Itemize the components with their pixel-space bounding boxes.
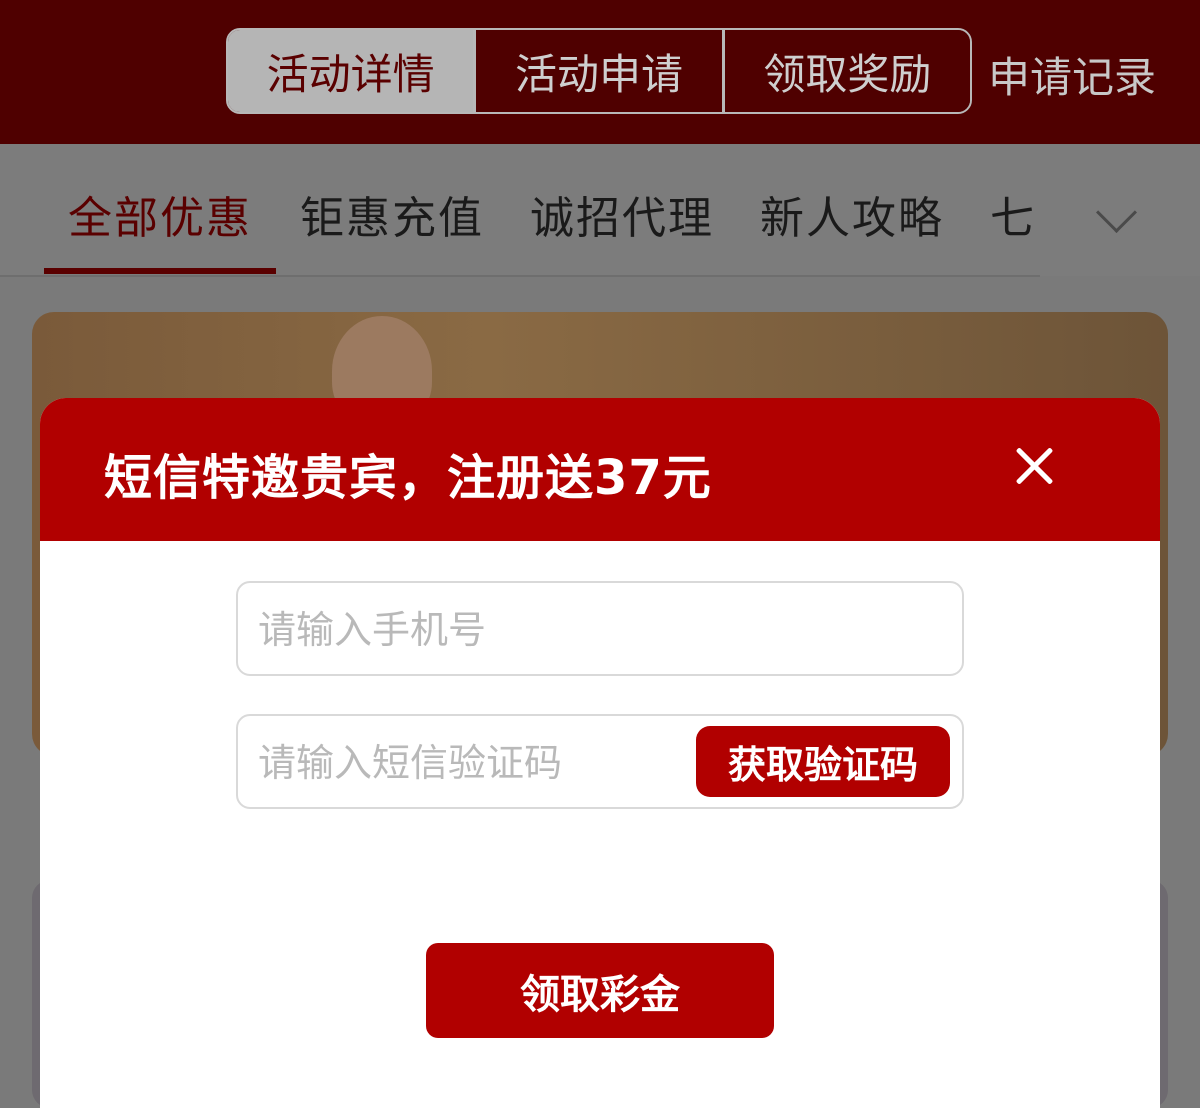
top-header: 活动详情 活动申请 领取奖励 申请记录 [0, 0, 1200, 144]
tab-switcher: 活动详情 活动申请 领取奖励 [226, 28, 972, 114]
category-newbie-guide[interactable]: 新人攻略 [760, 182, 944, 246]
category-agent[interactable]: 诚招代理 [530, 182, 714, 246]
sms-code-field: 获取验证码 [236, 714, 964, 809]
category-recharge[interactable]: 钜惠充值 [300, 182, 484, 246]
active-category-indicator [44, 268, 276, 274]
category-all-offers[interactable]: 全部优惠 [68, 182, 252, 246]
phone-field [236, 581, 964, 676]
tab-activity-apply[interactable]: 活动申请 [473, 30, 722, 112]
claim-bonus-button[interactable]: 领取彩金 [426, 943, 774, 1038]
phone-input[interactable] [256, 583, 700, 676]
close-icon[interactable] [1014, 446, 1054, 486]
category-divider [0, 275, 1040, 277]
tab-activity-details[interactable]: 活动详情 [228, 30, 474, 112]
modal-header: 短信特邀贵宾，注册送37元 [40, 398, 1160, 541]
application-record-link[interactable]: 申请记录 [988, 44, 1156, 105]
sms-register-modal: 短信特邀贵宾，注册送37元 获取验证码 领取彩金 [40, 398, 1160, 1108]
sms-code-input[interactable] [256, 716, 700, 809]
category-more[interactable]: 七 [990, 182, 1036, 246]
get-code-button[interactable]: 获取验证码 [696, 726, 950, 797]
modal-title: 短信特邀贵宾，注册送37元 [104, 450, 712, 506]
tab-claim-reward[interactable]: 领取奖励 [721, 30, 970, 112]
